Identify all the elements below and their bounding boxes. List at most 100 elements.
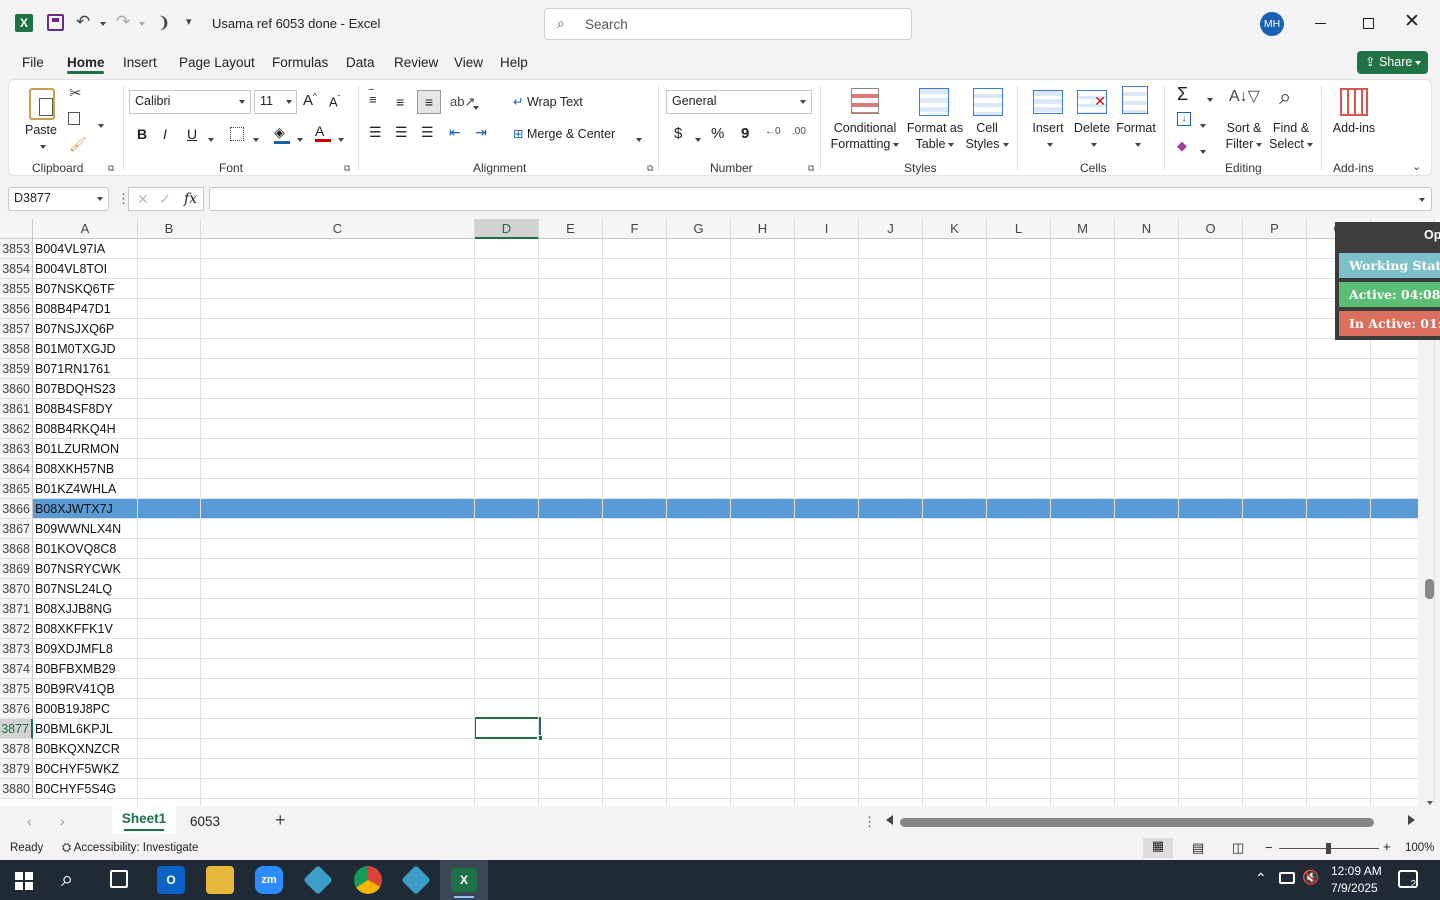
scroll-right-icon[interactable] — [1408, 815, 1415, 825]
copy-icon[interactable] — [68, 112, 80, 125]
row-header[interactable]: 3877 — [0, 719, 33, 739]
cell-a[interactable]: B07BDQHS23 — [35, 379, 116, 399]
row-header[interactable]: 3872 — [0, 619, 33, 639]
vertical-scroll-thumb[interactable] — [1425, 579, 1434, 599]
underline-dropdown-icon[interactable] — [205, 132, 214, 146]
row-header[interactable]: 3879 — [0, 759, 33, 779]
borders-dropdown-icon[interactable] — [250, 132, 259, 146]
fill-color-dropdown-icon[interactable] — [294, 132, 303, 146]
chrome-icon[interactable] — [354, 866, 382, 894]
outlook-icon[interactable]: O — [157, 866, 185, 894]
cut-icon[interactable]: ✂ — [69, 84, 82, 102]
menu-data[interactable]: Data — [346, 55, 375, 70]
column-header-o[interactable]: O — [1179, 219, 1243, 239]
addins-button[interactable]: Add-ins — [1327, 120, 1381, 136]
percent-button[interactable]: % — [711, 125, 724, 142]
menu-file[interactable]: File — [22, 55, 44, 70]
merge-center-button[interactable]: ⊞ Merge & Center — [513, 126, 615, 141]
align-center-icon[interactable]: ☰ — [395, 124, 408, 141]
row-header[interactable]: 3874 — [0, 659, 33, 679]
cell-a[interactable]: B0B9RV41QB — [35, 679, 115, 699]
conditional-formatting-icon[interactable] — [851, 88, 879, 114]
spreadsheet-grid[interactable]: ABCDEFGHIJKLMNOPQR 3853B004VL97IA3854B00… — [0, 219, 1440, 806]
sheet-tab-sheet1[interactable]: Sheet1 — [112, 806, 176, 834]
row-header[interactable]: 3858 — [0, 339, 33, 359]
font-color-icon[interactable]: A — [315, 123, 331, 142]
row-header[interactable]: 3871 — [0, 599, 33, 619]
insert-cells-icon[interactable] — [1033, 90, 1063, 114]
sheet-tab-6053[interactable]: 6053 — [190, 814, 220, 829]
delete-cells-icon[interactable]: ✕ — [1077, 90, 1107, 114]
conditional-formatting-button[interactable]: Conditional Formatting — [825, 120, 905, 152]
notification-icon[interactable]: 2 — [1398, 870, 1418, 890]
cell-a[interactable]: B07NSKQ6TF — [35, 279, 115, 299]
font-launcher-icon[interactable]: ⧉ — [344, 163, 350, 174]
cancel-icon[interactable]: ✕ — [137, 191, 149, 208]
align-right-icon[interactable]: ☰ — [421, 124, 434, 141]
cell-a[interactable]: B00B19J8PC — [35, 699, 110, 719]
row-header[interactable]: 3856 — [0, 299, 33, 319]
file-explorer-icon[interactable] — [206, 866, 234, 894]
fill-color-icon[interactable]: ◈ — [274, 124, 290, 144]
cell-a[interactable]: B07NSJXQ6P — [35, 319, 114, 339]
zoom-level[interactable]: 100% — [1405, 842, 1434, 854]
row-header[interactable]: 3870 — [0, 579, 33, 599]
column-header-j[interactable]: J — [859, 219, 923, 239]
italic-button[interactable]: I — [163, 126, 167, 142]
orientation-dropdown-icon[interactable] — [470, 100, 479, 114]
restore-button[interactable] — [1356, 14, 1380, 34]
active-cell[interactable] — [474, 717, 541, 739]
expand-formula-icon[interactable] — [1416, 192, 1425, 206]
tab-split-handle[interactable]: ⋮ — [863, 814, 876, 830]
row-header[interactable]: 3863 — [0, 439, 33, 459]
redo-icon[interactable]: ↷ — [116, 12, 130, 32]
add-sheet-button[interactable]: + — [275, 810, 286, 831]
zoom-slider-thumb[interactable] — [1326, 843, 1331, 854]
cell-a[interactable]: B01LZURMON — [35, 439, 119, 459]
align-middle-icon[interactable]: ≡ — [396, 94, 404, 110]
merge-dropdown-icon[interactable] — [633, 132, 642, 146]
alignment-launcher-icon[interactable]: ⧉ — [647, 163, 653, 174]
comma-button[interactable]: 9 — [741, 125, 749, 142]
row-header[interactable]: 3876 — [0, 699, 33, 719]
task-view-icon[interactable] — [110, 870, 128, 888]
normal-view-button[interactable]: ▦ — [1143, 838, 1173, 858]
cell-a[interactable]: B0BKQXNZCR — [35, 739, 120, 759]
autosum-dropdown-icon[interactable] — [1204, 92, 1213, 106]
undo-icon[interactable]: ↶ — [76, 12, 90, 32]
align-top-icon[interactable]: ‾ ≡ — [369, 88, 377, 106]
cell-styles-button[interactable]: Cell Styles — [963, 120, 1011, 152]
decrease-decimal-icon[interactable]: .00 — [792, 126, 806, 137]
menu-home[interactable]: Home — [67, 55, 105, 70]
cell-a[interactable]: B0CHYF5S4G — [35, 779, 116, 799]
page-layout-view-icon[interactable]: ▤ — [1192, 840, 1204, 856]
cell-a[interactable]: B08XKH57NB — [35, 459, 114, 479]
taskbar-search-icon[interactable]: ⌕ — [61, 866, 73, 892]
autosum-icon[interactable]: Σ — [1177, 84, 1188, 105]
align-left-icon[interactable]: ☰ — [369, 124, 382, 141]
row-header[interactable]: 3866 — [0, 499, 33, 519]
paste-icon[interactable] — [29, 88, 55, 120]
volume-muted-icon[interactable]: 🔇 — [1302, 869, 1319, 886]
scroll-left-icon[interactable] — [886, 815, 893, 825]
cell-a[interactable]: B08B4P47D1 — [35, 299, 111, 319]
column-header-i[interactable]: I — [795, 219, 859, 239]
scroll-down-icon[interactable] — [1424, 795, 1433, 806]
column-header-d[interactable]: D — [475, 219, 539, 239]
copy-dropdown-icon[interactable] — [95, 118, 104, 132]
clipboard-launcher-icon[interactable]: ⧉ — [108, 163, 114, 174]
prev-sheet-icon[interactable]: ‹ — [27, 813, 32, 829]
row-header[interactable]: 3867 — [0, 519, 33, 539]
redo-dropdown-icon[interactable] — [136, 16, 145, 30]
addins-icon[interactable] — [1340, 88, 1368, 116]
decrease-font-icon[interactable]: Aˇ — [329, 94, 340, 109]
format-painter-icon[interactable]: 🖌 — [69, 136, 87, 153]
next-sheet-icon[interactable]: › — [60, 813, 65, 829]
row-header[interactable]: 3853 — [0, 239, 33, 259]
format-cells-icon[interactable] — [1122, 86, 1148, 114]
network-icon[interactable] — [1279, 872, 1295, 884]
number-format-select[interactable]: General — [666, 90, 812, 114]
undo-dropdown-icon[interactable] — [97, 16, 106, 30]
column-header-n[interactable]: N — [1115, 219, 1179, 239]
sort-filter-button[interactable]: Sort & Filter — [1221, 120, 1267, 152]
